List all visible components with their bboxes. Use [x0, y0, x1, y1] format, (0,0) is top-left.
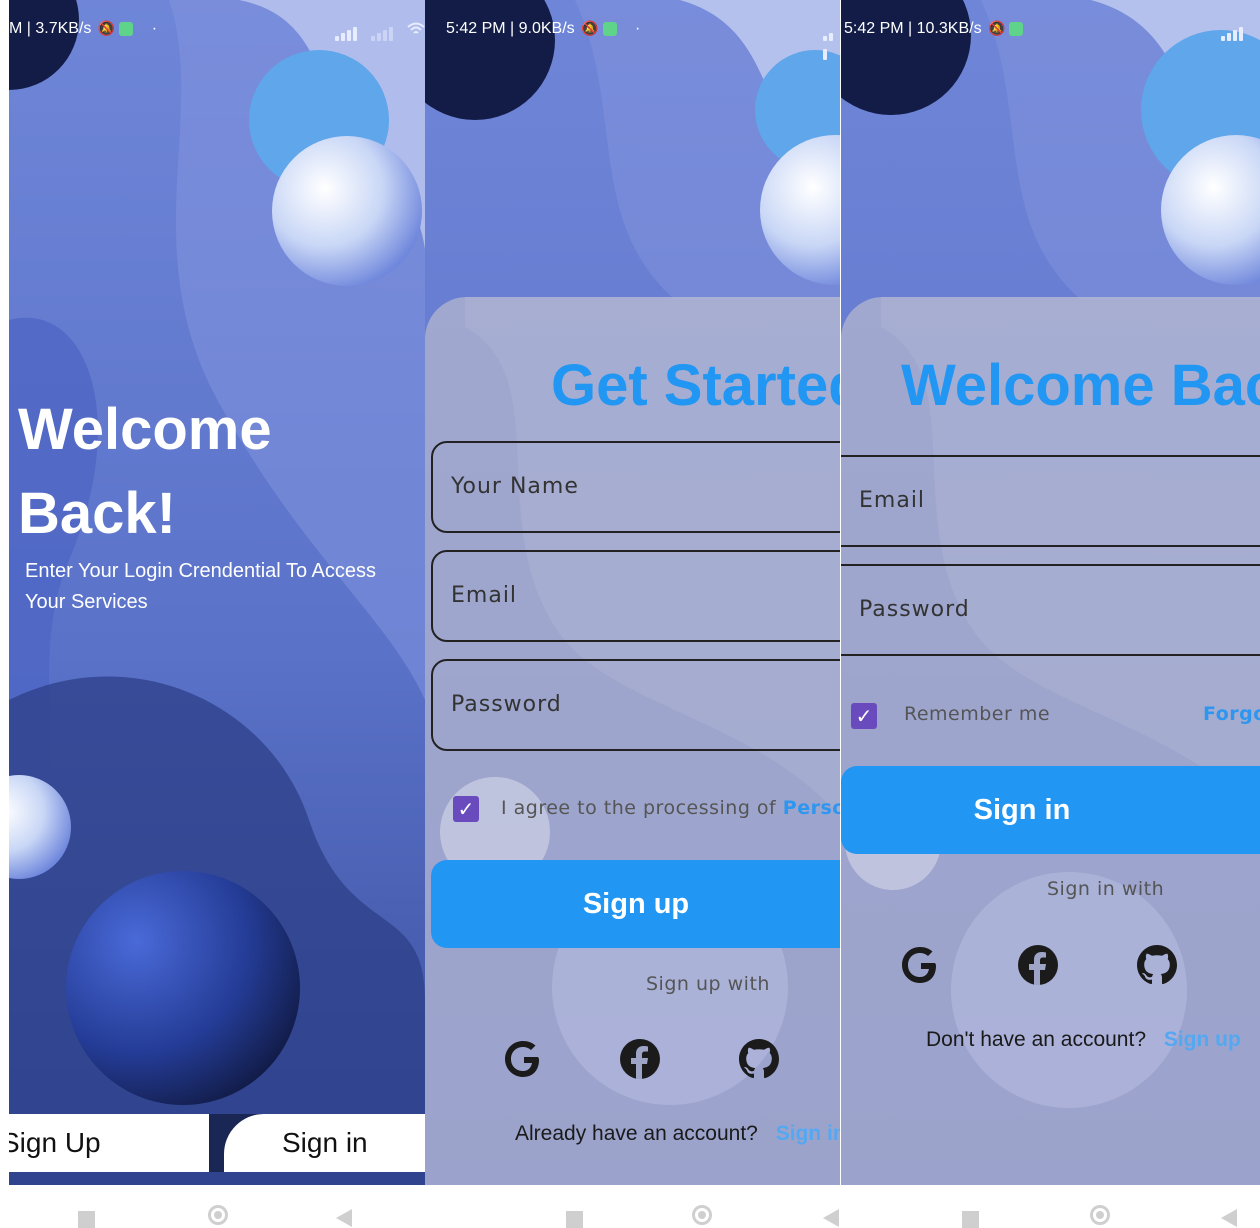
facebook-icon[interactable]	[1016, 943, 1060, 987]
welcome-screen: M | 3.7KB/s 🔕 · Welcome Back! Enter Your…	[9, 0, 425, 1228]
personal-data-link[interactable]: Personal data	[783, 797, 840, 819]
mute-icon: 🔕	[988, 20, 1006, 36]
home-nav-icon[interactable]	[1090, 1205, 1110, 1225]
signal-icon	[823, 22, 840, 60]
sign-up-screen: 5:42 PM | 9.0KB/s 🔕 · Get Started Your N…	[425, 0, 840, 1228]
sign-up-button[interactable]: Sign up	[431, 860, 840, 948]
title-line-1: Welcome	[18, 397, 272, 462]
already-label: Already have an account?	[515, 1122, 758, 1145]
app-notification-icon	[1009, 21, 1024, 36]
sign-up-with-label: Sign up with	[646, 973, 770, 995]
email-field[interactable]: Email	[841, 455, 1260, 547]
status-text: 5:42 PM | 10.3KB/s	[844, 20, 982, 37]
welcome-subtitle: Enter Your Login Crendential To Access Y…	[25, 560, 376, 613]
sign-up-link[interactable]: Sign up	[1164, 1028, 1241, 1051]
back-nav-icon[interactable]	[336, 1209, 352, 1227]
square-nav-icon[interactable]	[566, 1211, 583, 1228]
back-nav-icon[interactable]	[823, 1209, 839, 1227]
signal-icon	[1221, 22, 1245, 41]
sign-in-button[interactable]: Sign in	[841, 766, 1260, 854]
app-notification-icon	[602, 21, 617, 36]
app-notification-icon	[119, 21, 134, 36]
agree-checkbox[interactable]: ✓	[453, 796, 479, 822]
no-account-label: Don't have an account?	[926, 1028, 1146, 1051]
sign-in-link[interactable]: Sign in	[776, 1122, 840, 1145]
mute-icon: 🔕	[97, 20, 116, 36]
no-account-text: Don't have an account? Sign up	[926, 1028, 1241, 1052]
password-field[interactable]: Password	[841, 564, 1260, 656]
back-nav-icon[interactable]	[1221, 1209, 1237, 1227]
facebook-icon[interactable]	[618, 1037, 662, 1081]
dot-icon: ·	[635, 20, 641, 37]
welcome-back-heading: Welcome Back	[901, 353, 1260, 418]
remember-me-checkbox[interactable]: ✓	[851, 703, 877, 729]
github-icon[interactable]	[737, 1037, 781, 1081]
remember-me-label: Remember me	[904, 703, 1051, 725]
home-nav-icon[interactable]	[208, 1205, 228, 1225]
nav-bar	[841, 1185, 1260, 1228]
square-nav-icon[interactable]	[962, 1211, 979, 1228]
already-account-text: Already have an account? Sign in	[515, 1122, 840, 1146]
welcome-title: Welcome Back!	[18, 388, 418, 556]
password-field[interactable]: Password	[431, 659, 840, 751]
nav-bar	[425, 1185, 840, 1228]
forgot-password-link[interactable]: Forgot Password?	[1203, 703, 1260, 725]
status-bar: M | 3.7KB/s 🔕 ·	[9, 20, 157, 42]
sign-in-button[interactable]: Sign in	[224, 1114, 425, 1172]
sign-in-screen: 5:42 PM | 10.3KB/s 🔕 Welcome Back Email …	[841, 0, 1260, 1228]
wifi-icon	[407, 22, 425, 34]
get-started-heading: Get Started	[551, 353, 840, 418]
square-nav-icon[interactable]	[78, 1211, 95, 1228]
mute-icon: 🔕	[581, 20, 599, 36]
signal-2-icon	[371, 22, 395, 41]
email-field[interactable]: Email	[431, 550, 840, 642]
google-icon[interactable]	[502, 1037, 546, 1081]
google-icon[interactable]	[899, 943, 943, 987]
title-line-2: Back!	[18, 481, 176, 546]
sign-up-button[interactable]: Sign Up	[9, 1114, 209, 1172]
status-bar: 5:42 PM | 9.0KB/s 🔕 ·	[446, 20, 640, 42]
status-text: 5:42 PM | 9.0KB/s	[446, 20, 575, 37]
dot-icon: ·	[151, 20, 158, 37]
agree-text: I agree to the processing of Personal da…	[501, 797, 840, 819]
name-field[interactable]: Your Name	[431, 441, 840, 533]
github-icon[interactable]	[1135, 943, 1179, 987]
signal-icon	[335, 22, 359, 41]
status-bar: 5:42 PM | 10.3KB/s 🔕	[844, 20, 1024, 42]
status-text: M | 3.7KB/s	[9, 20, 92, 37]
agree-label: I agree to the processing of	[501, 797, 783, 819]
home-nav-icon[interactable]	[692, 1205, 712, 1225]
sign-in-with-label: Sign in with	[1047, 878, 1165, 900]
